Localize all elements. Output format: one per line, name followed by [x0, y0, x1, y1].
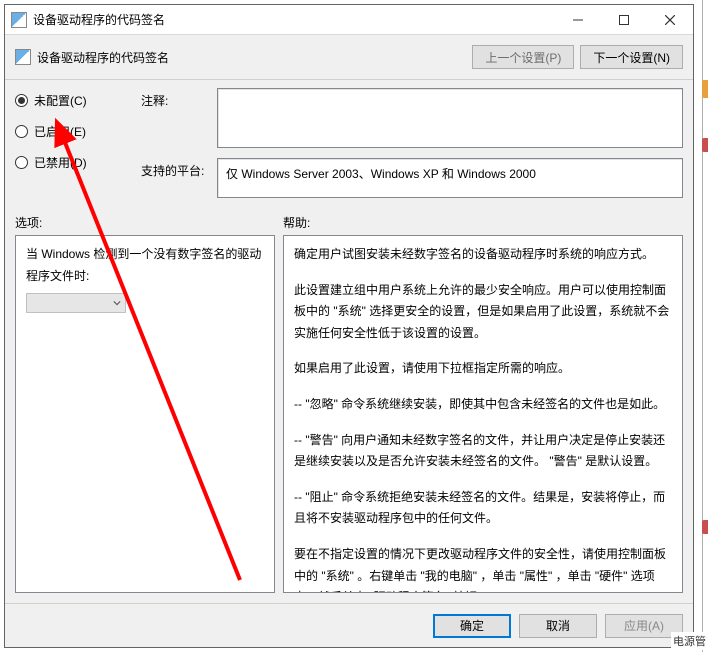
options-label: 选项:	[15, 214, 283, 231]
radio-indicator	[15, 156, 28, 169]
platform-label: 支持的平台:	[141, 158, 211, 179]
minimize-button[interactable]	[555, 5, 601, 34]
radio-label: 已禁用(D)	[34, 154, 87, 171]
titlebar: 设备驱动程序的代码签名	[5, 5, 693, 35]
maximize-button[interactable]	[601, 5, 647, 34]
help-p5: -- "警告" 向用户通知未经数字签名的文件，并让用户决定是停止安装还是继续安装…	[294, 430, 672, 473]
state-radios: 未配置(C) 已启用(E) 已禁用(D)	[15, 88, 135, 171]
section-labels: 选项: 帮助:	[15, 214, 683, 231]
radio-not-configured[interactable]: 未配置(C)	[15, 92, 135, 109]
radio-disabled[interactable]: 已禁用(D)	[15, 154, 135, 171]
window-title: 设备驱动程序的代码签名	[33, 11, 555, 28]
app-icon	[11, 12, 27, 28]
platform-box: 仅 Windows Server 2003、Windows XP 和 Windo…	[217, 158, 683, 198]
help-p4: -- "忽略" 命令系统继续安装，即使其中包含未经签名的文件也是如此。	[294, 394, 672, 416]
options-panel: 当 Windows 检测到一个没有数字签名的驱动程序文件时:	[15, 235, 275, 593]
ok-button[interactable]: 确定	[433, 614, 511, 638]
comment-textarea[interactable]	[217, 88, 683, 148]
dialog-footer: 确定 取消 应用(A)	[5, 603, 693, 647]
policy-icon	[15, 49, 31, 65]
dialog-window: 设备驱动程序的代码签名 设备驱动程序的代码签名 上一个设置(P) 下一个设置(N…	[4, 4, 694, 648]
radio-indicator	[15, 94, 28, 107]
window-buttons	[555, 5, 693, 34]
chevron-down-icon	[113, 299, 121, 307]
help-panel: 确定用户试图安装未经数字签名的设备驱动程序时系统的响应方式。 此设置建立组中用户…	[283, 235, 683, 593]
background-window-edge	[702, 0, 708, 652]
platform-text: 仅 Windows Server 2003、Windows XP 和 Windo…	[226, 167, 536, 181]
radio-label: 已启用(E)	[34, 123, 86, 140]
peek-label: 电源管	[671, 632, 708, 650]
prev-setting-button[interactable]: 上一个设置(P)	[472, 45, 574, 69]
help-label: 帮助:	[283, 214, 310, 231]
lower-panels: 当 Windows 检测到一个没有数字签名的驱动程序文件时: 确定用户试图安装未…	[15, 235, 683, 593]
next-setting-button[interactable]: 下一个设置(N)	[580, 45, 683, 69]
help-p7: 要在不指定设置的情况下更改驱动程序文件的安全性，请使用控制面板中的 "系统" 。…	[294, 544, 672, 593]
radio-label: 未配置(C)	[34, 92, 87, 109]
radio-enabled[interactable]: 已启用(E)	[15, 123, 135, 140]
comment-label: 注释:	[141, 88, 211, 109]
dialog-body: 未配置(C) 已启用(E) 已禁用(D) 注释: 支持的平台: 仅 Window…	[5, 82, 693, 603]
close-button[interactable]	[647, 5, 693, 34]
peek-item	[702, 138, 708, 152]
top-grid: 未配置(C) 已启用(E) 已禁用(D) 注释: 支持的平台: 仅 Window…	[15, 88, 683, 198]
peek-item	[702, 520, 708, 534]
help-p3: 如果启用了此设置，请使用下拉框指定所需的响应。	[294, 358, 672, 380]
policy-title: 设备驱动程序的代码签名	[37, 49, 466, 66]
cancel-button[interactable]: 取消	[519, 614, 597, 638]
header-row: 设备驱动程序的代码签名 上一个设置(P) 下一个设置(N)	[5, 35, 693, 75]
help-p1: 确定用户试图安装未经数字签名的设备驱动程序时系统的响应方式。	[294, 244, 672, 266]
radio-indicator	[15, 125, 28, 138]
options-text: 当 Windows 检测到一个没有数字签名的驱动程序文件时:	[26, 244, 264, 287]
help-p6: -- "阻止" 命令系统拒绝安装未经签名的文件。结果是，安装将停止，而且将不安装…	[294, 487, 672, 530]
divider	[5, 79, 693, 80]
peek-item	[702, 80, 708, 98]
help-p2: 此设置建立组中用户系统上允许的最少安全响应。用户可以使用控制面板中的 "系统" …	[294, 280, 672, 345]
response-dropdown[interactable]	[26, 293, 126, 313]
